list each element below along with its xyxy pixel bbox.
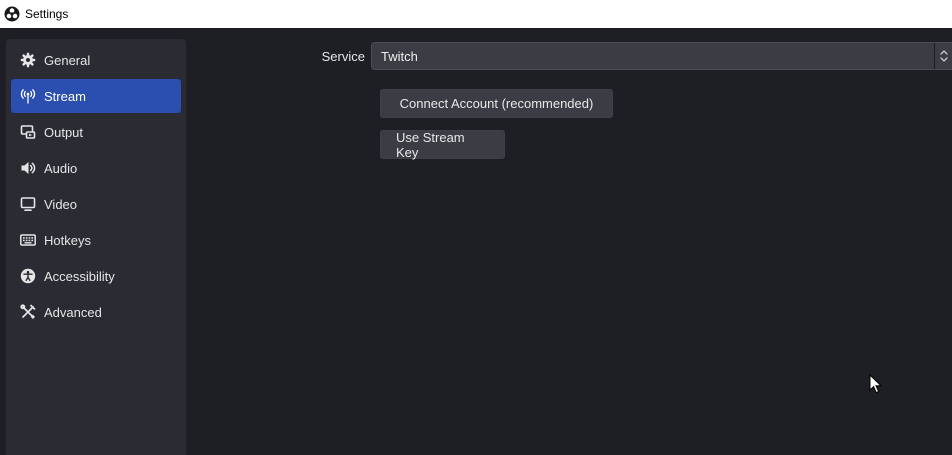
title-bar: Settings [0,0,952,28]
sidebar-item-stream[interactable]: Stream [11,79,181,113]
output-icon [20,124,36,140]
sidebar-item-label: Video [44,196,78,212]
sidebar-item-audio[interactable]: Audio [11,151,181,185]
settings-sidebar: General Stream Output Audio Video Hotkey… [6,39,186,455]
service-label: Service [321,48,365,64]
sidebar-item-output[interactable]: Output [11,115,181,149]
sidebar-item-accessibility[interactable]: Accessibility [11,259,181,293]
tools-icon [20,304,36,320]
service-select-value: Twitch [381,48,418,64]
window-title: Settings [25,7,69,21]
sidebar-item-video[interactable]: Video [11,187,181,221]
sidebar-item-advanced[interactable]: Advanced [11,295,181,329]
gear-icon [20,52,36,68]
sidebar-item-label: General [44,52,91,68]
sidebar-item-label: Stream [44,88,86,104]
monitor-icon [20,196,36,212]
updown-arrows-icon [934,43,952,69]
sidebar-item-label: Hotkeys [44,232,91,248]
use-stream-key-button[interactable]: Use Stream Key [380,130,505,160]
keyboard-icon [20,232,36,248]
connect-account-button[interactable]: Connect Account (recommended) [380,89,613,118]
sidebar-item-label: Accessibility [44,268,115,284]
sidebar-item-label: Audio [44,160,78,176]
sidebar-item-general[interactable]: General [11,43,181,77]
sidebar-item-label: Advanced [44,304,102,320]
stream-settings-panel: Service Twitch Connect Account (recommen… [186,28,952,455]
service-select[interactable]: Twitch [371,42,952,70]
sidebar-item-label: Output [44,124,84,140]
obs-logo-icon [4,6,20,22]
sidebar-item-hotkeys[interactable]: Hotkeys [11,223,181,257]
accessibility-icon [20,268,36,284]
antenna-icon [20,88,36,104]
mouse-cursor-icon [869,374,882,394]
speaker-icon [20,160,36,176]
settings-window: General Stream Output Audio Video Hotkey… [0,28,952,455]
service-row: Service Twitch [186,42,952,70]
